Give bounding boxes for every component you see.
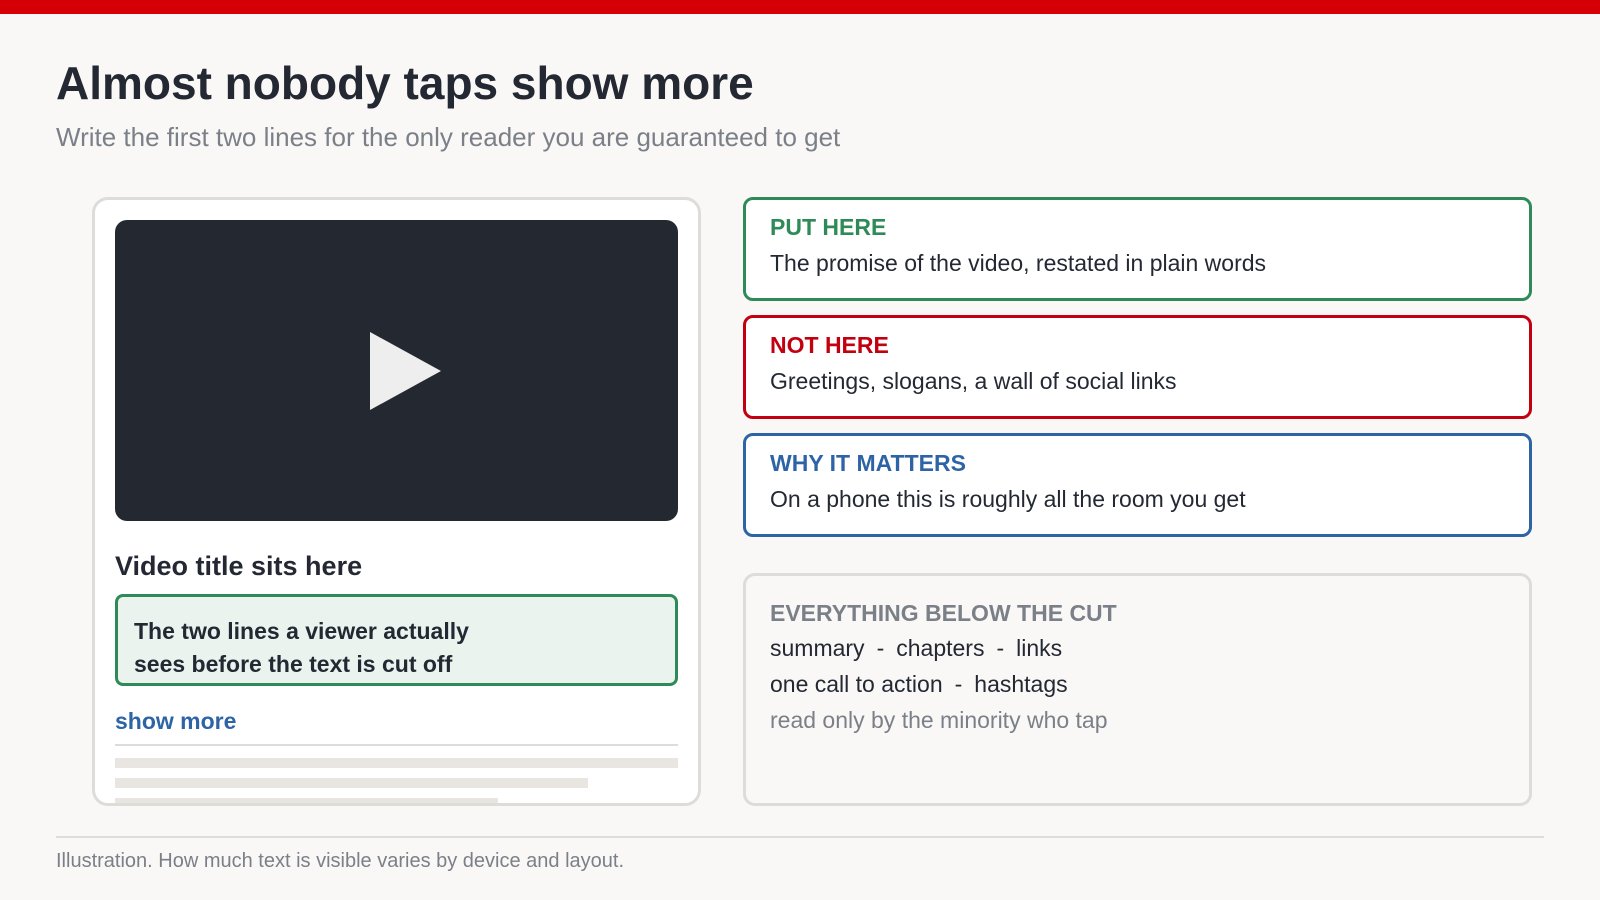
description-preview: The two lines a viewer actually sees bef…	[115, 594, 678, 686]
below-cut-label: EVERYTHING BELOW THE CUT	[770, 600, 1117, 626]
callout-not-here: NOT HERE Greetings, slogans, a wall of s…	[743, 315, 1532, 419]
item-hashtags: hashtags	[974, 671, 1068, 697]
callout-put-here: PUT HERE The promise of the video, resta…	[743, 197, 1532, 301]
item-summary: summary	[770, 635, 865, 661]
callout-text: On a phone this is roughly all the room …	[770, 486, 1246, 512]
play-icon[interactable]	[370, 332, 441, 410]
hidden-text-placeholder	[115, 758, 678, 768]
show-more-link[interactable]: show more	[115, 708, 236, 735]
hidden-text-placeholder	[115, 778, 588, 788]
below-the-cut-panel: EVERYTHING BELOW THE CUT summary - chapter…	[743, 573, 1532, 806]
item-chapters: chapters	[896, 635, 985, 661]
video-player[interactable]	[115, 220, 678, 521]
hidden-text-placeholder	[115, 798, 498, 803]
divider	[115, 744, 678, 746]
item-links: links	[1016, 635, 1063, 661]
item-call-to-action: one call to action	[770, 671, 943, 697]
phone-mockup-card: Video title sits here The two lines a vi…	[92, 197, 701, 806]
callout-label: PUT HERE	[770, 214, 887, 240]
below-cut-items-line: one call to action - hashtags	[770, 671, 1529, 699]
separator: -	[876, 635, 885, 661]
callout-why-it-matters: WHY IT MATTERS On a phone this is roughl…	[743, 433, 1532, 537]
footer-divider	[56, 836, 1544, 838]
separator: -	[954, 671, 963, 697]
callout-label: NOT HERE	[770, 332, 889, 358]
callout-text: The promise of the video, restated in pl…	[770, 250, 1267, 276]
page-subtitle: Write the first two lines for the only r…	[56, 122, 841, 152]
video-title: Video title sits here	[115, 551, 363, 581]
preview-line: sees before the text is cut off	[134, 651, 453, 677]
preview-line: The two lines a viewer actually	[134, 618, 469, 644]
footer-note: Illustration. How much text is visible v…	[56, 850, 625, 872]
below-cut-items-line: summary - chapters - links	[770, 635, 1529, 663]
separator: -	[996, 635, 1005, 661]
top-accent-bar	[0, 0, 1600, 14]
callout-text: Greetings, slogans, a wall of social lin…	[770, 368, 1177, 394]
below-cut-note: read only by the minority who tap	[770, 707, 1108, 733]
page-title: Almost nobody taps show more	[56, 57, 754, 109]
callout-label: WHY IT MATTERS	[770, 450, 966, 476]
